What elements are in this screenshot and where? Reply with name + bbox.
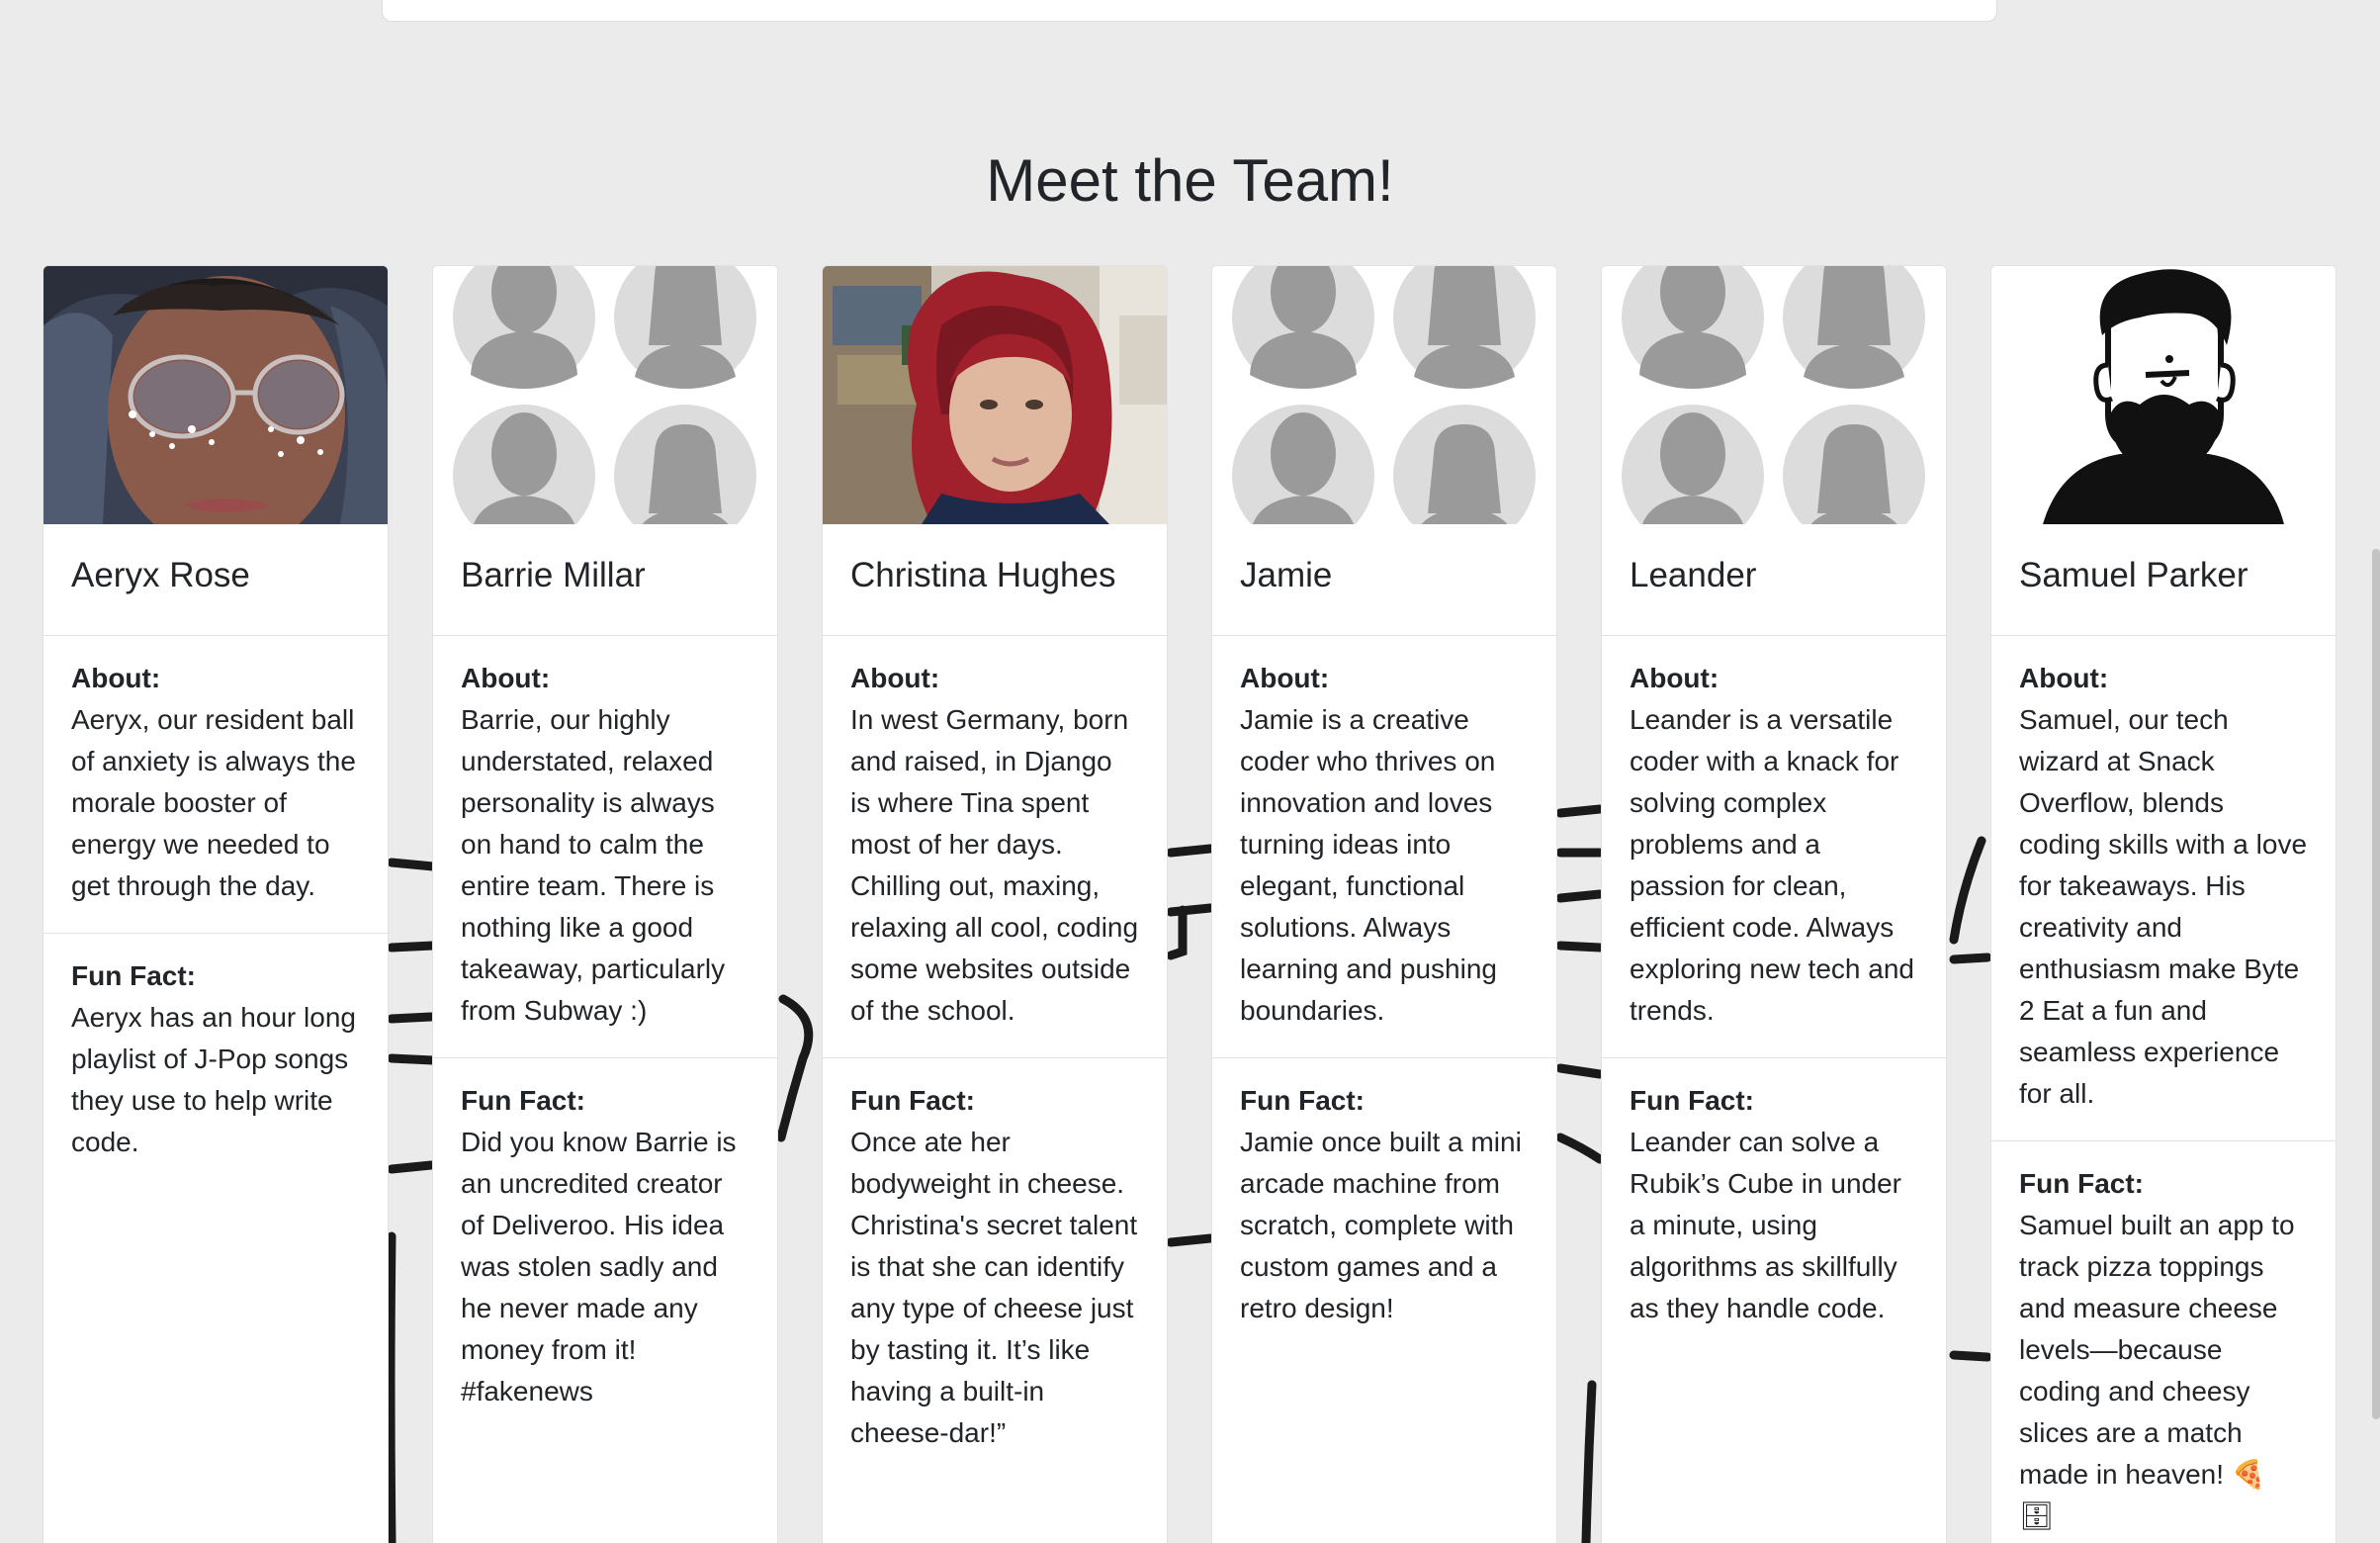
team-member-name: Barrie Millar (433, 524, 777, 636)
fun-fact-section: Fun Fact: Did you know Barrie is an uncr… (433, 1058, 777, 1438)
team-member-name: Aeryx Rose (44, 524, 388, 636)
fun-fact-text: Did you know Barrie is an uncredited cre… (461, 1127, 737, 1407)
placeholder-avatars-image (1212, 266, 1556, 524)
top-content-card (382, 0, 1997, 22)
fun-fact-section: Fun Fact: Samuel built an app to track p… (1991, 1141, 2336, 1543)
fun-fact-text: Leander can solve a Rubik’s Cube in unde… (1630, 1127, 1901, 1323)
aeryx-photo-image (44, 266, 388, 524)
fun-fact-text: Once ate her bodyweight in cheese. Chris… (850, 1127, 1138, 1448)
team-card-leander: Leander About: Leander is a versatile co… (1601, 265, 1947, 1543)
team-card-christina-hughes: Christina Hughes About: In west Germany,… (822, 265, 1168, 1543)
about-label: About: (71, 663, 161, 693)
placeholder-avatars-image (433, 266, 777, 524)
fun-fact-label: Fun Fact: (461, 1085, 585, 1116)
team-member-name: Christina Hughes (823, 524, 1167, 636)
fun-fact-text: Samuel built an app to track pizza toppi… (2019, 1210, 2295, 1531)
team-member-name: Leander (1602, 524, 1946, 636)
team-card-barrie-millar: Barrie Millar About: Barrie, our highly … (432, 265, 778, 1543)
team-member-photo (1602, 266, 1946, 524)
fun-fact-label: Fun Fact: (850, 1085, 975, 1116)
about-section: About: In west Germany, born and raised,… (823, 636, 1167, 1058)
fun-fact-label: Fun Fact: (71, 960, 196, 991)
about-section: About: Leander is a versatile coder with… (1602, 636, 1946, 1058)
fun-fact-label: Fun Fact: (1240, 1085, 1365, 1116)
team-member-name: Jamie (1212, 524, 1556, 636)
about-label: About: (1240, 663, 1330, 693)
about-page: Meet the Team! Aeryx Rose About: Aeryx, … (0, 0, 2380, 1543)
about-section: About: Jamie is a creative coder who thr… (1212, 636, 1556, 1058)
fun-fact-label: Fun Fact: (2019, 1168, 2144, 1199)
fun-fact-section: Fun Fact: Aeryx has an hour long playlis… (44, 934, 388, 1189)
team-cards-row: Aeryx Rose About: Aeryx, our resident ba… (43, 265, 2338, 1543)
about-section: About: Barrie, our highly understated, r… (433, 636, 777, 1058)
samuel-illustration-image (1991, 266, 2336, 524)
team-card-samuel-parker: Samuel Parker About: Samuel, our tech wi… (1990, 265, 2336, 1543)
fun-fact-text: Aeryx has an hour long playlist of J-Pop… (71, 1002, 356, 1157)
christina-photo-image (823, 266, 1167, 524)
about-text: In west Germany, born and raised, in Dja… (850, 704, 1139, 1026)
team-member-name: Samuel Parker (1991, 524, 2336, 636)
about-section: About: Aeryx, our resident ball of anxie… (44, 636, 388, 934)
about-text: Aeryx, our resident ball of anxiety is a… (71, 704, 356, 901)
fun-fact-label: Fun Fact: (1630, 1085, 1754, 1116)
about-section: About: Samuel, our tech wizard at Snack … (1991, 636, 2336, 1141)
fun-fact-section: Fun Fact: Once ate her bodyweight in che… (823, 1058, 1167, 1480)
about-label: About: (850, 663, 940, 693)
about-label: About: (2019, 663, 2109, 693)
fun-fact-section: Fun Fact: Jamie once built a mini arcade… (1212, 1058, 1556, 1355)
team-card-jamie: Jamie About: Jamie is a creative coder w… (1211, 265, 1557, 1543)
about-text: Leander is a versatile coder with a knac… (1630, 704, 1914, 1026)
about-text: Samuel, our tech wizard at Snack Overflo… (2019, 704, 2308, 1109)
team-member-photo (1212, 266, 1556, 524)
team-member-photo (433, 266, 777, 524)
team-card-aeryx-rose: Aeryx Rose About: Aeryx, our resident ba… (43, 265, 389, 1543)
placeholder-avatars-image (1602, 266, 1946, 524)
about-label: About: (1630, 663, 1719, 693)
team-member-photo (823, 266, 1167, 524)
about-label: About: (461, 663, 551, 693)
team-member-photo (1991, 266, 2336, 524)
about-text: Barrie, our highly understated, relaxed … (461, 704, 726, 1026)
fun-fact-text: Jamie once built a mini arcade machine f… (1240, 1127, 1522, 1323)
section-heading: Meet the Team! (986, 147, 1394, 214)
about-text: Jamie is a creative coder who thrives on… (1240, 704, 1497, 1026)
team-member-photo (44, 266, 388, 524)
page-scrollbar[interactable] (2372, 549, 2380, 1419)
fun-fact-section: Fun Fact: Leander can solve a Rubik’s Cu… (1602, 1058, 1946, 1355)
